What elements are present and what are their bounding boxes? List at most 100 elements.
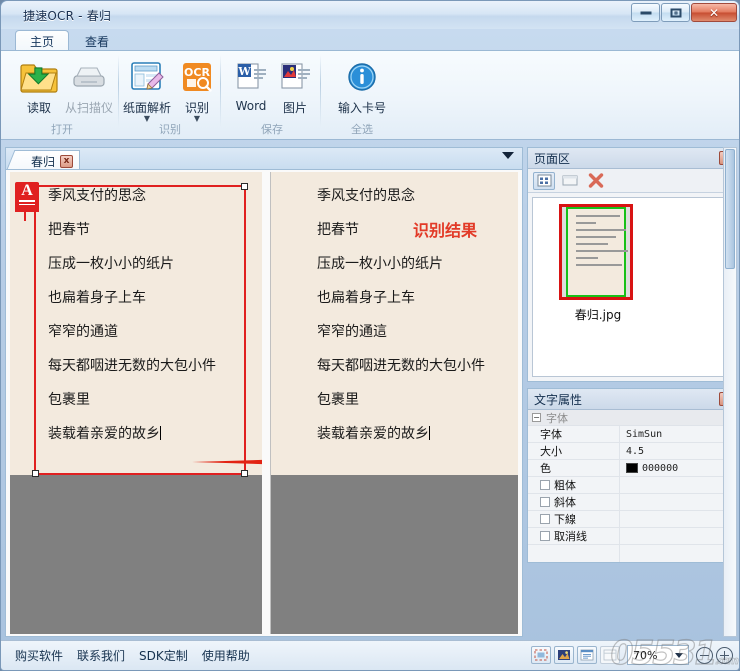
image-view-icon[interactable] <box>554 646 574 664</box>
read-button[interactable]: 读取 <box>11 57 67 116</box>
application-window: 捷速OCR - 春归 ✕ 主页 查看 读取 从扫描仪 打开 纸面解析 ▼ OCR… <box>0 0 740 671</box>
scrollbar-thumb[interactable] <box>725 149 735 269</box>
group-divider <box>320 55 321 127</box>
svg-text:OCR: OCR <box>184 66 210 79</box>
result-line: 季风支付的思念 <box>317 188 415 204</box>
text-region-marker[interactable]: A <box>15 182 39 221</box>
input-card-number-button[interactable]: 输入卡号 <box>329 57 395 116</box>
svg-text:W: W <box>237 65 251 78</box>
prop-key: 大小 <box>528 443 620 459</box>
document-tab-chungui[interactable]: 春归 x <box>16 150 81 170</box>
minimize-icon <box>640 11 651 14</box>
ocr-icon: OCR <box>169 57 225 97</box>
document-tab-close-icon[interactable]: x <box>60 155 74 168</box>
status-bar: 购买软件 联系我们 SDK定制 使用帮助 70% .com <box>1 632 739 670</box>
page-thumbnail-list[interactable]: 春归.jpg <box>532 197 732 377</box>
prop-row-font-size[interactable]: 大小 4.5 <box>528 443 736 460</box>
prop-value-color[interactable]: 000000 <box>620 463 736 474</box>
color-swatch[interactable] <box>626 463 638 473</box>
split-view-icon[interactable] <box>600 646 620 664</box>
zoom-in-icon[interactable] <box>716 646 733 664</box>
prop-row-italic[interactable]: 斜体 <box>528 494 736 511</box>
close-icon: ✕ <box>708 5 720 20</box>
delete-page-icon[interactable] <box>585 172 607 190</box>
source-line: 每天都咽进无数的大包小件 <box>48 358 216 374</box>
list-view-icon[interactable] <box>559 172 581 190</box>
ribbon-group-open: 读取 从扫描仪 打开 <box>5 51 119 140</box>
chevron-down-icon[interactable] <box>675 653 683 658</box>
title-bar: 捷速OCR - 春归 ✕ <box>1 1 739 29</box>
zoom-out-icon[interactable] <box>696 646 713 664</box>
prop-row-bold[interactable]: 粗体 <box>528 477 736 494</box>
link-buy-software[interactable]: 购买软件 <box>15 647 63 664</box>
window-scrollbar[interactable] <box>723 147 737 637</box>
chevron-down-icon[interactable] <box>502 152 514 159</box>
prop-key: 取消线 <box>528 528 620 544</box>
result-text-pane[interactable]: 识别结果 季风支付的思念 把春节 压成一枚小小的纸片 也扁着身子上车 窄窄的通這… <box>270 172 518 634</box>
underline-checkbox[interactable] <box>540 514 550 524</box>
source-image-pane[interactable]: 季风支付的思念 把春节 压成一枚小小的纸片 也扁着身子上车 窄窄的通道 每天都咽… <box>10 172 262 634</box>
result-page: 识别结果 季风支付的思念 把春节 压成一枚小小的纸片 也扁着身子上车 窄窄的通這… <box>271 172 518 475</box>
prop-row-underline[interactable]: 下線 <box>528 511 736 528</box>
text-view-icon[interactable] <box>577 646 597 664</box>
text-properties-panel: 文字属性 x − 字体 字体 SimSun 大小 4.5 色 000000 <box>527 388 737 563</box>
save-image-button[interactable]: 图片 <box>267 57 323 116</box>
maximize-icon <box>670 8 681 17</box>
link-sdk-custom[interactable]: SDK定制 <box>139 647 188 664</box>
link-help[interactable]: 使用帮助 <box>202 647 250 664</box>
text-region-marker-label: A <box>21 182 33 199</box>
resize-handle-bottom-left[interactable] <box>32 470 39 477</box>
page-area-toolbar <box>528 169 736 193</box>
zoom-level-value: 70% <box>633 648 658 662</box>
result-line: 也扁着身子上车 <box>317 290 415 306</box>
text-properties-panel-header: 文字属性 x <box>528 389 736 410</box>
thumbnail-view-icon[interactable] <box>533 171 555 190</box>
link-contact-us[interactable]: 联系我们 <box>77 647 125 664</box>
page-thumbnail-content <box>566 207 628 297</box>
select-region-icon[interactable] <box>531 646 551 664</box>
minimize-button[interactable] <box>631 3 660 22</box>
tab-view[interactable]: 查看 <box>71 31 123 51</box>
result-line: 把春节 <box>317 222 359 238</box>
scan-button[interactable]: 从扫描仪 <box>61 57 117 116</box>
resize-handle-bottom-right[interactable] <box>241 470 248 477</box>
page-thumbnail[interactable] <box>559 204 633 300</box>
zoom-level-select[interactable]: 70% <box>627 645 689 665</box>
source-line: 窄窄的通道 <box>48 324 118 340</box>
ocr-button[interactable]: OCR 识别 ▼ <box>169 57 225 123</box>
ribbon-group-save: W Word 图片 保存 <box>223 51 321 140</box>
close-button[interactable]: ✕ <box>691 3 737 22</box>
read-button-label: 读取 <box>26 101 51 115</box>
prop-value[interactable]: 4.5 <box>620 446 736 457</box>
ribbon-group-recognize-label: 识别 <box>159 123 181 136</box>
strikethrough-checkbox[interactable] <box>540 531 550 541</box>
prop-row-color[interactable]: 色 000000 <box>528 460 736 477</box>
document-tab-label: 春归 <box>31 155 56 169</box>
prop-row-font-family[interactable]: 字体 SimSun <box>528 426 736 443</box>
prop-key: 色 <box>528 460 620 476</box>
group-divider <box>220 55 221 127</box>
bold-checkbox[interactable] <box>540 480 550 490</box>
ribbon-group-selectall-label: 全选 <box>351 123 373 136</box>
source-line: 季风支付的思念 <box>48 188 146 204</box>
result-line: 窄窄的通這 <box>317 324 387 340</box>
prop-row-strikethrough[interactable]: 取消线 <box>528 528 736 545</box>
ribbon-group-selectall: 输入卡号 全选 <box>323 51 401 140</box>
italic-checkbox[interactable] <box>540 497 550 507</box>
window-controls: ✕ <box>631 3 737 22</box>
page-analysis-icon <box>119 57 175 97</box>
font-group-label: 字体 <box>546 411 568 425</box>
maximize-button[interactable] <box>661 3 690 22</box>
source-line: 压成一枚小小的纸片 <box>48 256 174 272</box>
result-text-block[interactable]: 季风支付的思念 把春节 压成一枚小小的纸片 也扁着身子上车 窄窄的通這 每天都咽… <box>317 188 518 443</box>
source-page: 季风支付的思念 把春节 压成一枚小小的纸片 也扁着身子上车 窄窄的通道 每天都咽… <box>10 172 262 477</box>
tab-home[interactable]: 主页 <box>15 30 70 51</box>
page-analysis-button[interactable]: 纸面解析 ▼ <box>119 57 175 123</box>
page-area-panel: 页面区 x <box>527 147 737 382</box>
result-line: 每天都咽进无数的大包小件 <box>317 358 485 374</box>
font-group-row[interactable]: − 字体 <box>528 410 736 426</box>
result-line: 压成一枚小小的纸片 <box>317 256 443 272</box>
prop-key: 斜体 <box>528 494 620 510</box>
collapse-icon[interactable]: − <box>532 413 541 422</box>
prop-value[interactable]: SimSun <box>620 429 736 440</box>
